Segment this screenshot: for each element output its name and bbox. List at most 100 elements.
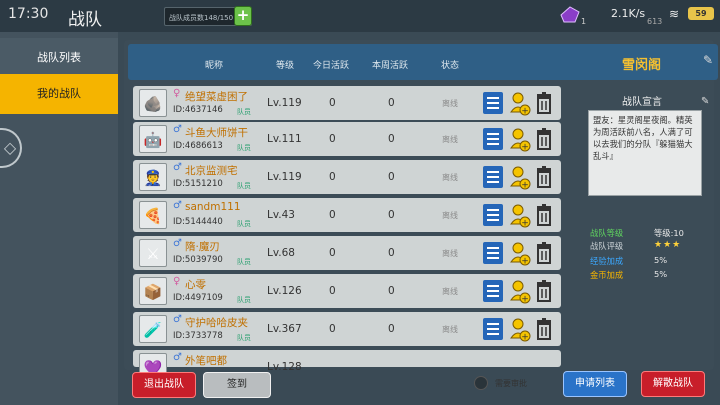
today-active: 0 <box>329 209 336 221</box>
gender-icon: ♀ <box>173 276 181 287</box>
chevron-left-icon[interactable]: ◇ <box>0 128 22 168</box>
gem-count: 1 <box>581 17 587 26</box>
week-active: 0 <box>388 323 395 335</box>
member-id: ID:5039790 <box>173 255 223 265</box>
stat-label: 战队评级 <box>590 241 624 251</box>
table-row[interactable]: 💜 ♂ 外笔吧都 Lv.128 <box>133 350 561 381</box>
avatar[interactable]: 👮 <box>139 163 167 191</box>
promote-icon[interactable]: + <box>509 316 531 342</box>
stat-value: ★★★ <box>654 240 682 250</box>
avatar[interactable]: 🧪 <box>139 315 167 343</box>
member-id: ID:4497109 <box>173 293 223 303</box>
table-row[interactable]: ⚔ ♂ 隋·魔刃 ID:5039790 队员 Lv.68 0 0 离线 + <box>133 236 561 270</box>
member-menu-button[interactable] <box>483 280 503 302</box>
gender-icon: ♂ <box>173 124 182 135</box>
svg-text:+: + <box>521 257 529 267</box>
network-speed: 2.1K/s <box>611 7 646 20</box>
sign-in-button[interactable]: 签到 <box>203 372 271 398</box>
member-level: Lv.111 <box>267 133 302 145</box>
gem-icon[interactable] <box>559 6 581 24</box>
sidebar-item-my-team[interactable]: 我的战队 <box>0 74 118 114</box>
member-name: sandm111 <box>185 201 241 213</box>
avatar[interactable]: ⚔ <box>139 239 167 267</box>
today-active: 0 <box>329 97 336 109</box>
svg-text:+: + <box>521 333 529 343</box>
table-row[interactable]: 🪨 ♀ 绝望菜虚困了 ID:4637146 队员 Lv.119 0 0 离线 + <box>133 86 561 120</box>
wifi-icon: ≋ <box>669 7 680 21</box>
table-row[interactable]: 👮 ♂ 北京监测宅 ID:5151210 队员 Lv.119 0 0 离线 + <box>133 160 561 194</box>
trash-icon[interactable] <box>535 242 553 264</box>
sidebar-item-team-list[interactable]: 战队列表 <box>0 38 118 78</box>
avatar[interactable]: 📦 <box>139 277 167 305</box>
battery-icon: 59 <box>688 7 714 20</box>
member-id: ID:4686613 <box>173 141 223 151</box>
stat-label: 经验加成 <box>590 256 624 266</box>
week-active: 0 <box>388 171 395 183</box>
col-today-active: 今日活跃 <box>313 61 350 71</box>
member-menu-button[interactable] <box>483 242 503 264</box>
member-level: Lv.126 <box>267 285 302 297</box>
promote-icon[interactable]: + <box>509 278 531 304</box>
table-row[interactable]: 📦 ♀ 心零 ID:4497109 队员 Lv.126 0 0 离线 + <box>133 274 561 308</box>
week-active: 0 <box>388 133 395 145</box>
avatar[interactable]: 🪨 <box>139 89 167 117</box>
avatar[interactable]: 🤖 <box>139 125 167 153</box>
trash-icon[interactable] <box>535 166 553 188</box>
trash-icon[interactable] <box>535 204 553 226</box>
member-id: ID:5144440 <box>173 217 223 227</box>
trash-icon[interactable] <box>535 280 553 302</box>
member-id: ID:5151210 <box>173 179 223 189</box>
member-role: 队员 <box>237 296 251 304</box>
promote-icon[interactable]: + <box>509 90 531 116</box>
svg-text:+: + <box>521 219 529 229</box>
promote-icon[interactable]: + <box>509 164 531 190</box>
status-badge: 离线 <box>442 325 458 334</box>
gender-icon: ♂ <box>173 352 182 363</box>
table-row[interactable]: 🧪 ♂ 守护哈哈皮夹 ID:3733778 队员 Lv.367 0 0 离线 + <box>133 312 561 346</box>
member-id: ID:3733778 <box>173 331 223 341</box>
member-level: Lv.43 <box>267 209 295 221</box>
table-row[interactable]: 🍕 ♂ sandm111 ID:5144440 队员 Lv.43 0 0 离线 … <box>133 198 561 232</box>
member-level: Lv.119 <box>267 97 302 109</box>
promote-icon[interactable]: + <box>509 240 531 266</box>
member-level: Lv.68 <box>267 247 295 259</box>
gender-icon: ♂ <box>173 162 182 173</box>
promote-icon[interactable]: + <box>509 126 531 152</box>
table-row[interactable]: 🤖 ♂ 斗鱼大师饼干 ID:4686613 队员 Lv.111 0 0 离线 + <box>133 122 561 156</box>
today-active: 0 <box>329 133 336 145</box>
stat-label: 金币加成 <box>590 270 624 280</box>
quit-team-button[interactable]: 退出战队 <box>132 372 196 398</box>
status-badge: 离线 <box>442 99 458 108</box>
status-badge: 离线 <box>442 249 458 258</box>
disband-team-button[interactable]: 解散战队 <box>641 371 705 397</box>
avatar[interactable]: 🍕 <box>139 201 167 229</box>
member-role: 队员 <box>237 182 251 190</box>
edit-name-icon[interactable]: ✎ <box>703 53 713 67</box>
week-active: 0 <box>388 209 395 221</box>
status-badge: 离线 <box>442 135 458 144</box>
today-active: 0 <box>329 285 336 297</box>
member-menu-button[interactable] <box>483 128 503 150</box>
member-menu-button[interactable] <box>483 318 503 340</box>
status-badge: 离线 <box>442 211 458 220</box>
gender-icon: ♂ <box>173 200 182 211</box>
member-name: 斗鱼大师饼干 <box>185 127 248 139</box>
today-active: 0 <box>329 323 336 335</box>
member-name: 隋·魔刃 <box>185 241 220 253</box>
edit-declaration-icon[interactable]: ✎ <box>701 96 709 107</box>
apply-list-button[interactable]: 申请列表 <box>563 371 627 397</box>
add-member-button[interactable]: + <box>234 6 252 26</box>
member-id: ID:4637146 <box>173 105 223 115</box>
trash-icon[interactable] <box>535 128 553 150</box>
trash-icon[interactable] <box>535 92 553 114</box>
promote-icon[interactable]: + <box>509 202 531 228</box>
member-menu-button[interactable] <box>483 204 503 226</box>
approve-label: 需要审批 <box>495 379 527 388</box>
member-role: 队员 <box>237 144 251 152</box>
trash-icon[interactable] <box>535 318 553 340</box>
member-menu-button[interactable] <box>483 166 503 188</box>
approve-toggle[interactable] <box>474 376 488 390</box>
member-menu-button[interactable] <box>483 92 503 114</box>
member-role: 队员 <box>237 108 251 116</box>
status-badge: 离线 <box>442 287 458 296</box>
